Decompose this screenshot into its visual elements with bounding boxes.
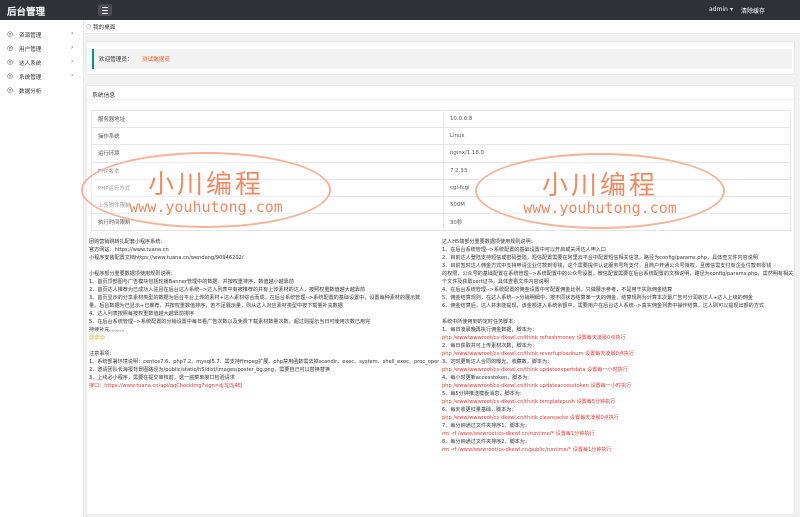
sidebar-item-label: 系统管理	[19, 75, 42, 81]
watermark: 小川编程 www.youhutong.com	[81, 152, 331, 228]
text-line: 5、在后台系统管理-->系统配置的分销设置中每日看广告次数以及免费下载素材数量次…	[89, 319, 371, 325]
text-line: 5、每5分钟推送模板消息，脚本为：	[442, 391, 525, 397]
text-line: 官方网站：https://www.tuana.cn	[89, 247, 169, 253]
sidebar-item-label: 资源管理	[19, 33, 42, 39]
chevron-down-icon[interactable]: ▾	[730, 6, 733, 13]
info-value: 10.0.0.8	[443, 109, 791, 129]
text-line: 达人H5端部分重要数据项使用规则说明：	[442, 239, 536, 245]
home-icon[interactable]: ○	[86, 23, 91, 30]
info-key: 操作系统	[91, 127, 444, 146]
welcome-card: 欢迎管理员： 测试数据员	[86, 41, 795, 75]
top-bar: 后台管理 admin ▾ 清除缓存	[0, 0, 800, 20]
text-line[interactable]: php /www/wwwroot/cs-dkewl.cn/think templ…	[442, 398, 794, 406]
text-line: 6、每天收更红量基础，脚本为：	[442, 407, 517, 413]
sidebar-item-experts[interactable]: ◎ 达人系统 ›	[0, 56, 84, 68]
text-line: 2、首页达人推荐为已成功入驻且在后台达人系统-->达人列表中有被推荐的并有上传素…	[89, 287, 366, 293]
admin-name: 测试数据员	[142, 57, 170, 63]
watermark-url: www.youhutong.com	[129, 198, 283, 216]
text-line[interactable]: rm -rf /www/wwwroot/cs-dkewl.cn/runtime/…	[442, 430, 794, 438]
panel-header: 系统信息	[87, 86, 794, 100]
text-line	[89, 342, 439, 350]
menu-icon: ◎	[7, 86, 14, 94]
text-line: 团购营销跳转扎配套小程序系统：	[89, 239, 166, 245]
clear-cache-link[interactable]: 清除缓存	[741, 6, 765, 15]
chevron-right-icon: ›	[71, 58, 74, 65]
chevron-right-icon: ›	[71, 72, 74, 79]
text-line[interactable]: 接口：https://www.tuana.cn/api/qqCheckImg?s…	[89, 382, 439, 390]
text-line: 2、目前达人登陆支持短信或密码登陆，短信配置需要在阿里云平台中配置短信相关信息，…	[442, 255, 758, 261]
panel-title: 系统信息	[92, 93, 116, 99]
sidebar-item-label: 达人系统	[19, 61, 42, 67]
text-line[interactable]: php /www/wwwroot/cs-dkewl.cn/think clean…	[442, 414, 794, 422]
sidebar-item-resources[interactable]: ◎ 资源管理 ›	[0, 28, 84, 40]
welcome-quote: 欢迎管理员： 测试数据员	[92, 49, 792, 69]
text-line: 5、佣金结算规则，在达人系统-->分销明细中，按不同状态结算某一天的佣金，结算规…	[442, 295, 753, 301]
menu-icon: ◎	[7, 58, 14, 66]
brand-title: 后台管理	[7, 7, 46, 18]
text-line: 3、定时更新达人合同的曝光、收藏数，脚本为：	[442, 359, 553, 365]
text-line[interactable]: rm -rf /www/wwwroot/cs-dkewl.cn/public/r…	[442, 446, 794, 454]
sidebar-item-system[interactable]: ◎ 系统管理 ›	[0, 70, 84, 82]
breadcrumb: ○ 我的桌面	[84, 20, 800, 34]
sidebar: ◎ 资源管理 › ◎ 用户管理 › ◎ 达人系统 › ◎ 系统管理 › ◎ 数据…	[0, 20, 84, 517]
usage-notes-right: 达人H5端部分重要数据项使用规则说明： 1、在后台系统管理-->系统配置的基础设置…	[442, 238, 794, 454]
sidebar-item-label: 数据分析	[19, 89, 42, 95]
watermark-title: 小川编程	[147, 170, 264, 200]
text-line: 小程序安装配置文档https://www.tuana.cn/wendang/90…	[89, 255, 244, 261]
menu-toggle-button[interactable]	[98, 4, 112, 16]
text-line: 3、目前暂时达人佣金方式中支持申请企业付款到零钱，这个需要提供认证服务号所支付，…	[442, 263, 772, 269]
menu-icon: ◎	[7, 30, 14, 38]
text-line: 1、每日凌晨晚再执行佣金数据，脚本为：	[442, 327, 537, 333]
text-line: 4、每小时更新accesstoken，脚本为：	[442, 375, 533, 381]
text-line[interactable]: php /www/wwwroot/cs-dkewl.cn/think rever…	[442, 350, 794, 358]
breadcrumb-current[interactable]: 我的桌面	[93, 23, 115, 31]
text-line[interactable]: php /www/wwwroot/cs-dkewl.cn/think updat…	[442, 382, 794, 390]
text-line[interactable]: php /www/wwwroot/cs-dkewl.cn/think updat…	[442, 366, 794, 374]
usage-notes-left: 团购营销跳转扎配套小程序系统： 官方网站：https://www.tuana.cn…	[89, 238, 439, 390]
text-line	[442, 310, 794, 318]
text-line[interactable]: php /www/wwwroot/cs-dkewl.cn/think refre…	[442, 334, 794, 342]
watermark-url: www.youhutong.com	[523, 199, 677, 217]
hamburger-icon	[102, 7, 108, 8]
watermark-title: 小川编程	[541, 171, 658, 201]
text-line: 2、邀请团队长海报背景图路径为/public/static/h5/dist/im…	[89, 367, 331, 373]
info-value: Linux	[443, 127, 791, 146]
hamburger-icon-line	[102, 10, 108, 11]
text-line: 的权限，公众号的基础配置在系统管理-->系统配置中的公众号设置，微信配置需要在后…	[442, 271, 794, 277]
text-line	[89, 262, 439, 270]
welcome-text: 欢迎管理员：	[99, 57, 133, 63]
chevron-right-icon: ›	[71, 30, 74, 37]
hamburger-icon-line	[102, 13, 108, 14]
text-line: 2、每日获取并可上传素材次数，脚本为：	[442, 343, 537, 349]
text-line: 系统中所使用到的定时任务脚本：	[442, 319, 519, 325]
text-line: 8、每分钟通过文件夹排序2，脚本为：	[442, 439, 530, 445]
text-line: 注意事项：	[89, 351, 115, 357]
text-line: 4、在后台系统管理-->系统配置的佣金设置中可配置佣金比例，只做展示参考，不是用…	[442, 287, 673, 293]
text-line: 小程序部分重要数据项使用规则说明：	[89, 271, 176, 277]
table-row: 操作系统 Linux	[91, 127, 791, 146]
text-line: 3、首页显示的分享素材类型的数据为后台平台上传的素材+达人素材综合而成，在后台系…	[89, 295, 421, 301]
user-menu[interactable]: admin	[709, 6, 728, 13]
text-line: 1、在后台系统管理-->系统配置的基础设置中可以开启或关闭达人申入口	[442, 247, 606, 253]
text-line: 1、首页顶部图与广告模块包括轮播Banner管理中的数据，并按权重排序，数值越小…	[89, 279, 294, 285]
menu-icon: ◎	[7, 44, 14, 52]
text-line: 1、系统部署环境说明：centos7.6、php7.2、mysql5.7、需支持…	[89, 359, 439, 365]
sidebar-item-analytics[interactable]: ◎ 数据分析	[0, 84, 84, 96]
chevron-right-icon: ›	[71, 44, 74, 51]
sidebar-item-label: 用户管理	[19, 47, 42, 53]
text-line: 4、达人列表按照每按权重数值越大越靠前排序	[89, 311, 195, 317]
watermark: 小川编程 www.youhutong.com	[475, 153, 725, 229]
text-line: 个文件及获取cert证书，具体查看文件内容说明	[442, 279, 549, 285]
menu-icon: ◎	[7, 72, 14, 80]
text-line: 😊😊😊	[89, 335, 105, 341]
sidebar-item-users[interactable]: ◎ 用户管理 ›	[0, 42, 84, 54]
text-line: 持续补充。。。。。。	[89, 327, 128, 333]
text-line: 量。后台数据为已显示+已推荐，并按权重数值排序，若不足展示量，则从达人对应素材类…	[89, 303, 343, 309]
text-line: 3、上线必小程序，需要在提交审核前，选一遍菜单接口检验请求	[89, 375, 235, 381]
text-line: 7、每分钟通过文件夹排序1，脚本为：	[442, 423, 530, 429]
table-row: 服务器地址 10.0.0.8	[91, 109, 791, 129]
text-line: 6、佣金结算后，达人并未能提现，该金额进入系统余额中，需要用户在后台达人系统--…	[442, 303, 764, 309]
info-key: 服务器地址	[91, 109, 444, 129]
